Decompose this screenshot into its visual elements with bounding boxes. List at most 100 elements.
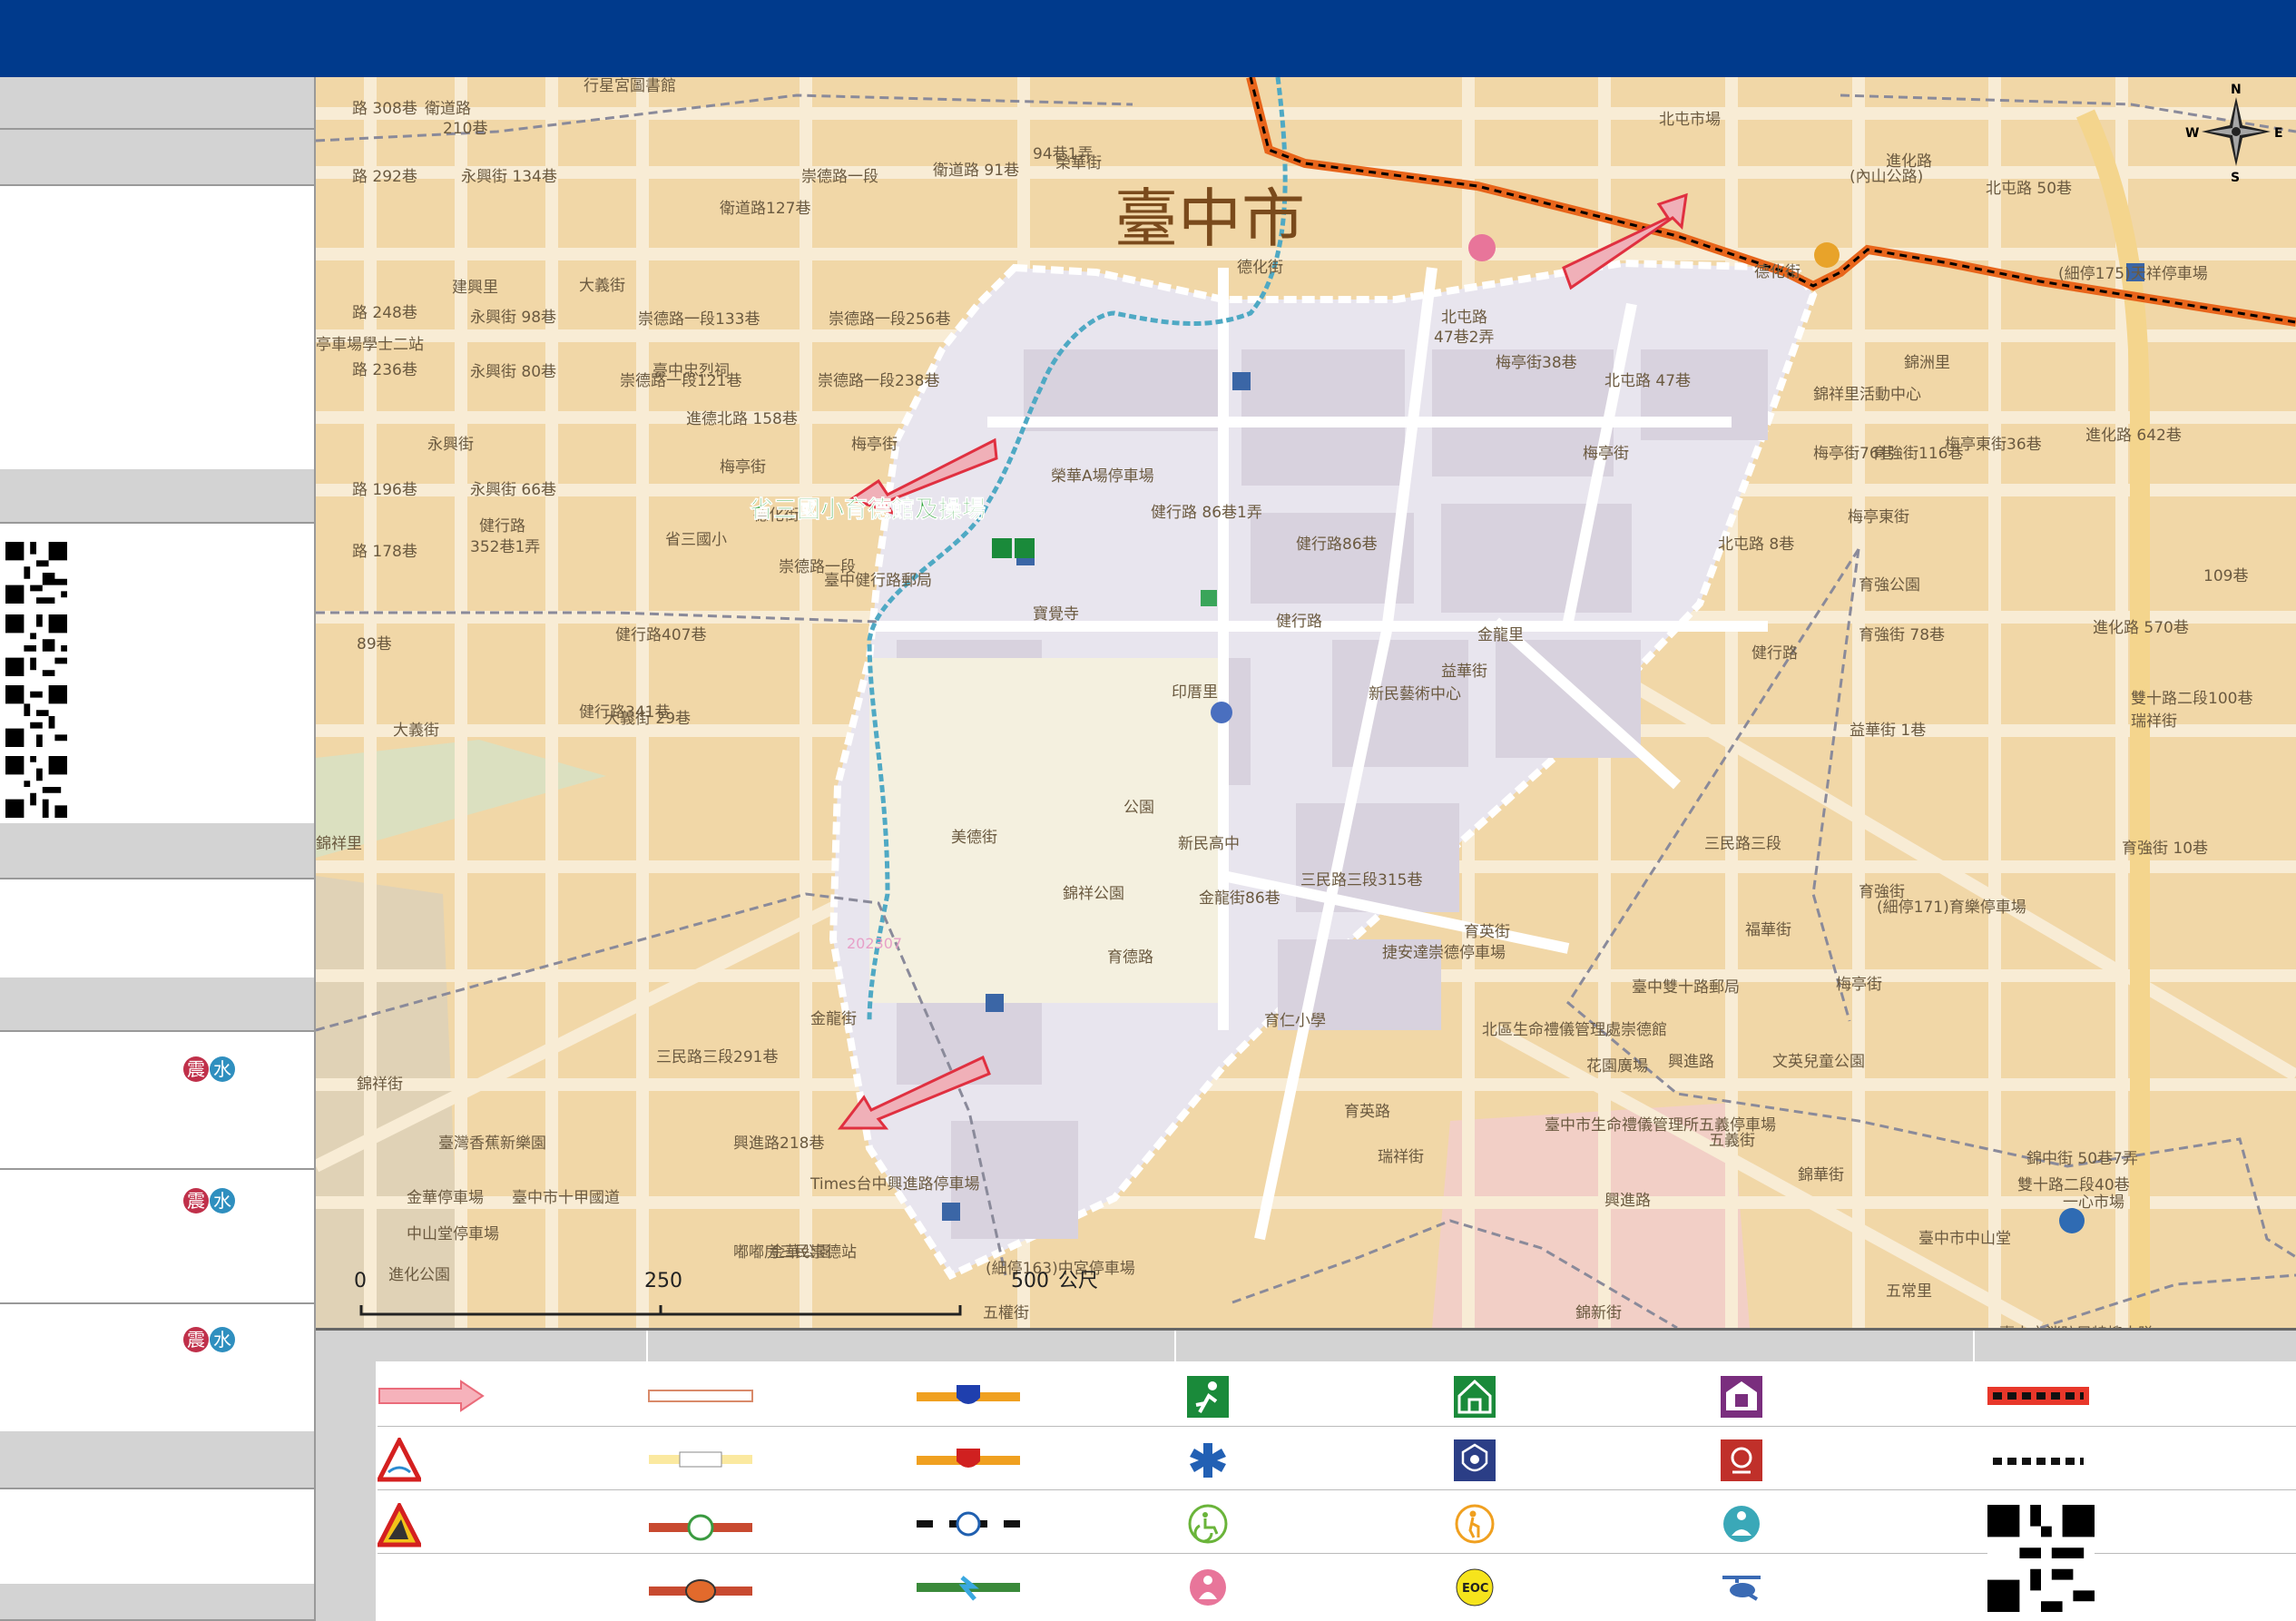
map-street-label: 崇德路一段133巷 bbox=[638, 310, 760, 329]
map-street-label: 健行路 bbox=[1276, 613, 1322, 631]
map-street-label: 三民路三段 bbox=[1704, 835, 1781, 853]
compass-e: E bbox=[2274, 126, 2283, 141]
map-street-label: 352巷1弄 bbox=[470, 538, 540, 556]
map-street-label: 臺中市中山堂 bbox=[1918, 1230, 2011, 1248]
map-street-label: 育德路 bbox=[1107, 948, 1153, 967]
map-street-label: 文英兒童公園 bbox=[1772, 1053, 1865, 1071]
map-street-label: 雙十路二段100巷 bbox=[2131, 690, 2252, 708]
map-street-label: 北屯路 bbox=[1441, 309, 1487, 327]
map-street-label: 行星宮圖書館 bbox=[584, 77, 676, 95]
map-street-label: 花園廣場 bbox=[1586, 1057, 1648, 1076]
map-canvas: N S E W 路 308巷 衛道路 210巷 行星宮圖書館路 292巷 永興街 134… bbox=[316, 77, 2296, 1328]
qr-code-1[interactable] bbox=[5, 542, 67, 604]
map-street-label: 大義街 bbox=[579, 277, 625, 295]
map-street-label: 89巷 bbox=[357, 635, 392, 653]
legend-danger-triangle-icon bbox=[378, 1438, 421, 1482]
legend-shelter-icon bbox=[1454, 1376, 1496, 1418]
map-street-label: 崇德路一段 bbox=[801, 168, 878, 186]
legend-district-border-dashed-icon bbox=[1993, 1458, 2084, 1465]
compass-w: W bbox=[2185, 126, 2199, 141]
map-street-label: 北屯路 47巷 bbox=[1604, 372, 1691, 390]
legend-accessible-icon bbox=[1188, 1504, 1228, 1544]
sidebar-header-6 bbox=[0, 1431, 314, 1489]
map-street-label: 福華街 bbox=[1745, 921, 1791, 939]
map-street-label: 梅亭東街36巷 bbox=[1945, 436, 2042, 454]
qr-code-2[interactable] bbox=[5, 614, 67, 676]
map-street-label: 梅亭街 bbox=[851, 436, 898, 454]
map-street-label: 公園 bbox=[1123, 799, 1154, 817]
evacuation-map[interactable]: N S E W 路 308巷 衛道路 210巷 行星宮圖書館路 292巷 永興街 134… bbox=[316, 77, 2296, 1328]
sidebar-header-5 bbox=[0, 978, 314, 1032]
map-street-label: 金龍里 bbox=[1477, 626, 1524, 644]
map-street-label: 臺灣香蕉新樂園 bbox=[438, 1135, 546, 1153]
map-street-label: 梅亭街38巷 bbox=[1496, 354, 1577, 372]
map-street-label: 雙十路二段40巷 bbox=[2017, 1176, 2130, 1194]
earthquake-badge-icon: 震 bbox=[183, 1327, 209, 1352]
map-street-label: 錦洲里 bbox=[1904, 354, 1950, 372]
map-street-label: 健行路 86巷1弄 bbox=[1151, 504, 1262, 522]
legend-qr-code[interactable] bbox=[1987, 1505, 2095, 1612]
map-street-label: 進化路 642巷 bbox=[2085, 427, 2182, 445]
map-street-label: (內山公路) bbox=[1850, 168, 1923, 186]
map-street-label: 瑞祥街 bbox=[1378, 1148, 1424, 1166]
title-bar bbox=[0, 0, 2296, 77]
map-street-label: 寶覺寺 bbox=[1033, 604, 1079, 624]
map-street-label: 益華街 bbox=[1441, 663, 1487, 681]
qr-code-3[interactable] bbox=[5, 685, 67, 747]
map-street-label: 金華停車場 bbox=[407, 1189, 484, 1207]
map-street-label: 路 178巷 bbox=[352, 543, 417, 561]
map-street-label: 北屯路 50巷 bbox=[1986, 180, 2072, 198]
map-street-label: 建興里 bbox=[452, 279, 498, 297]
map-street-label: 捷安達崇德停車場 bbox=[1382, 944, 1506, 962]
map-street-label: 育英街 bbox=[1464, 923, 1510, 941]
legend-highway-icon bbox=[649, 1579, 752, 1603]
map-street-label: 臺中市十甲國道 bbox=[512, 1189, 620, 1207]
map-street-label: 梅亭街 bbox=[1583, 445, 1629, 463]
legend-provincial-road-icon bbox=[917, 1385, 1020, 1404]
flood-badge-icon: 水 bbox=[210, 1188, 235, 1213]
map-street-label: 健行路407巷 bbox=[615, 626, 706, 644]
map-street-label: 育強街 10巷 bbox=[2122, 840, 2208, 858]
legend-road-outline-icon bbox=[648, 1390, 753, 1402]
map-street-label: 五義街 bbox=[1709, 1132, 1755, 1150]
map-street-label: 錦祥里活動中心 bbox=[1813, 386, 1921, 404]
map-street-label: 一心市場 bbox=[2063, 1194, 2124, 1212]
map-street-label: 路 292巷 bbox=[352, 168, 417, 186]
map-street-label: 永興街 98巷 bbox=[470, 309, 556, 327]
map-street-label: 大義街 29巷 bbox=[604, 710, 691, 728]
map-street-label: 健行路 bbox=[479, 517, 525, 535]
legend-social-welfare-icon bbox=[1723, 1506, 1760, 1542]
map-street-label: 進化路 570巷 bbox=[2093, 619, 2189, 637]
earthquake-badge-icon: 震 bbox=[183, 1188, 209, 1213]
map-street-label: 大義街 bbox=[393, 722, 439, 740]
map-street-label: 崇德路一段238巷 bbox=[818, 372, 939, 390]
map-street-label: 金華公園 bbox=[770, 1243, 831, 1262]
city-name-label: 臺中市 bbox=[1114, 182, 1305, 256]
map-street-label: 衛道路 91巷 bbox=[933, 162, 1019, 180]
map-street-label: 路 236巷 bbox=[352, 361, 417, 379]
legend-fire-station-icon bbox=[1721, 1439, 1762, 1481]
legend-county-road-icon bbox=[917, 1449, 1020, 1468]
map-street-label: 衛道路 bbox=[425, 100, 471, 118]
compass-n: N bbox=[2231, 83, 2242, 97]
legend-helipad-icon bbox=[1722, 1576, 1761, 1601]
map-street-label: 永興街 bbox=[427, 436, 474, 454]
map-street-label: 衛道路127巷 bbox=[720, 200, 810, 218]
map-street-label: 德化街 bbox=[1237, 259, 1283, 277]
map-street-label: 崇德路一段256巷 bbox=[829, 310, 950, 329]
map-street-label: (細停175)天祥停車場 bbox=[2058, 265, 2208, 283]
map-street-label: 錦中街 50巷7弄 bbox=[2026, 1150, 2138, 1168]
map-street-label: Times台中興進路停車場 bbox=[809, 1175, 979, 1194]
sidebar-divider-1 bbox=[0, 1168, 314, 1170]
qr-code-4[interactable] bbox=[5, 756, 67, 818]
legend-high-speed-rail-icon bbox=[917, 1576, 1020, 1601]
map-street-label: 省三國小 bbox=[665, 531, 727, 549]
map-street-label: 興進路 bbox=[1604, 1192, 1651, 1210]
map-street-label: 三民路三段315巷 bbox=[1300, 871, 1422, 889]
map-street-label: 中山堂停車場 bbox=[407, 1225, 499, 1243]
map-street-label: 金龍街86巷 bbox=[1199, 889, 1280, 908]
legend-community-center-icon bbox=[1721, 1376, 1762, 1418]
legend-eoc-icon: EOC bbox=[1456, 1568, 1494, 1606]
scale-label-500: 500 bbox=[1011, 1270, 1049, 1292]
map-street-label: 印厝里 bbox=[1172, 683, 1218, 702]
